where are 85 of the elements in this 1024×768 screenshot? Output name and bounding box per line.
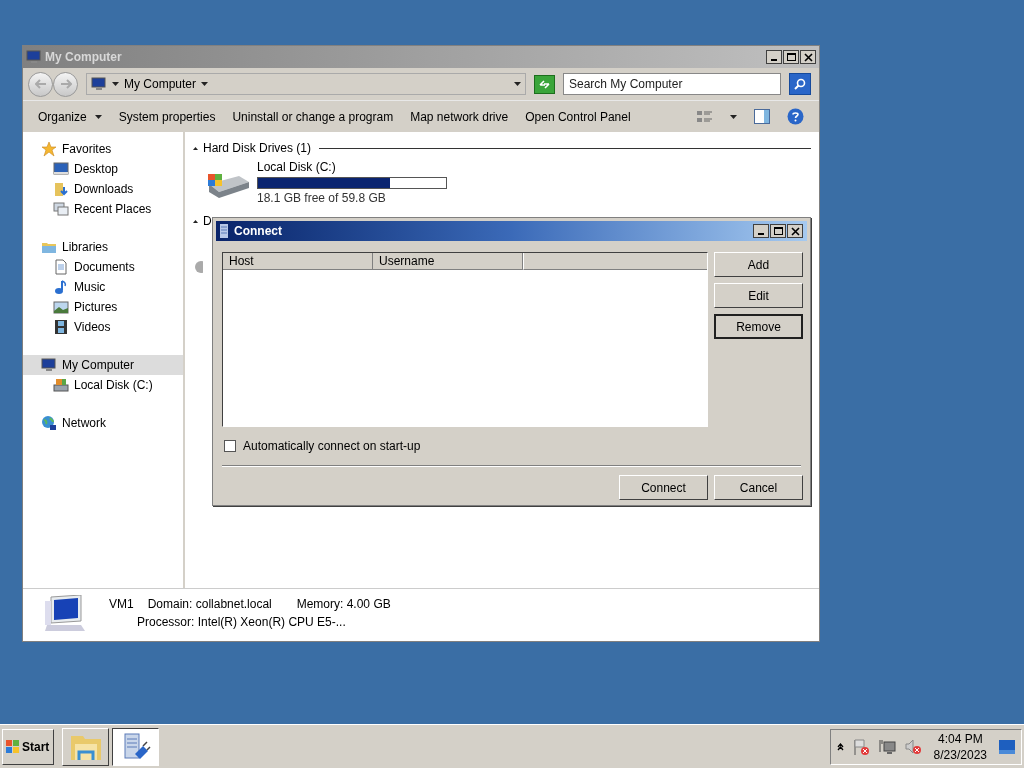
minimize-button[interactable] <box>766 50 782 64</box>
computer-icon <box>41 357 57 373</box>
refresh-button[interactable] <box>534 74 555 94</box>
folder-icon <box>53 181 69 197</box>
toolbar-button[interactable]: Open Control Panel <box>525 107 631 126</box>
computer-name: VM1 <box>109 596 134 613</box>
column-header[interactable]: Username <box>373 253 523 270</box>
sidebar-item[interactable]: Desktop <box>23 159 183 179</box>
window-title: My Computer <box>45 49 122 66</box>
dialog-button[interactable]: Add <box>714 252 803 277</box>
column-header[interactable]: Host <box>223 253 373 270</box>
globe-icon <box>41 415 57 431</box>
drive-icon <box>53 377 69 393</box>
windows-logo-icon <box>6 739 20 754</box>
search-field[interactable]: Search My Computer <box>563 73 781 95</box>
picture-icon <box>53 299 69 315</box>
sidebar-item[interactable]: Favorites <box>23 139 183 159</box>
dialog-button[interactable]: Edit <box>714 283 803 308</box>
show-desktop-icon[interactable] <box>999 739 1015 754</box>
caret-icon <box>94 114 102 119</box>
refresh-arrows-icon <box>538 78 551 90</box>
group-heading[interactable]: D <box>203 212 212 230</box>
window-stack-icon <box>53 201 69 217</box>
chevron-up-icon[interactable] <box>836 742 844 751</box>
minimize-button[interactable] <box>753 224 769 238</box>
network-icon[interactable] <box>877 737 896 756</box>
speaker-muted-icon[interactable] <box>903 737 922 756</box>
caret-icon <box>112 82 119 86</box>
toolbar-button[interactable]: Uninstall or change a program <box>232 107 394 126</box>
star-icon <box>41 141 57 157</box>
toolbar-button[interactable]: Organize <box>38 107 102 126</box>
sidebar-item[interactable]: Documents <box>23 257 183 277</box>
clock-date[interactable]: 8/23/2023 <box>933 746 987 763</box>
domain-text: Domain: collabnet.local <box>147 596 273 613</box>
sidebar-item[interactable]: My Computer <box>23 355 183 375</box>
device-icon <box>195 261 203 273</box>
start-button[interactable]: Start <box>2 728 54 765</box>
search-icon <box>794 78 806 90</box>
checkbox[interactable] <box>224 440 236 452</box>
maximize-button[interactable] <box>770 224 786 238</box>
host-list[interactable]: Host Username <box>222 252 708 427</box>
drive-name[interactable]: Local Disk (C:) <box>257 158 447 176</box>
dialog-button[interactable]: Connect <box>619 475 708 500</box>
sidebar-item[interactable]: Videos <box>23 317 183 337</box>
processor-text: Processor: Intel(R) Xeon(R) CPU E5-... <box>136 614 347 631</box>
clock-time[interactable]: 4:04 PM <box>937 730 983 747</box>
server-icon <box>220 224 228 238</box>
monitor-icon <box>53 161 69 177</box>
taskbar-app-button[interactable] <box>112 727 159 766</box>
dialog-button[interactable]: Remove <box>714 314 803 339</box>
close-button[interactable] <box>787 224 803 238</box>
toolbar-button[interactable]: Map network drive <box>410 107 509 126</box>
sidebar-item[interactable]: Network <box>23 413 183 433</box>
sidebar-item[interactable]: Music <box>23 277 183 297</box>
collapse-icon[interactable] <box>193 146 198 150</box>
memory-text: Memory: 4.00 GB <box>296 596 391 613</box>
address-bar[interactable]: My Computer <box>86 73 526 95</box>
dialog-title: Connect <box>234 223 282 240</box>
close-button[interactable] <box>800 50 816 64</box>
free-space-text: 18.1 GB free of 59.8 GB <box>257 190 387 207</box>
view-menu-caret-icon <box>730 114 737 119</box>
film-icon <box>53 319 69 335</box>
toolbar-button[interactable]: System properties <box>118 107 216 126</box>
search-button[interactable] <box>789 73 811 95</box>
maximize-button[interactable] <box>783 50 799 64</box>
collapse-icon[interactable] <box>193 219 198 223</box>
sidebar-item[interactable]: Recent Places <box>23 199 183 219</box>
caret-icon <box>201 82 209 86</box>
flag-error-icon[interactable] <box>851 737 870 756</box>
forward-arrow-icon <box>59 79 72 89</box>
dropdown-icon <box>514 82 521 86</box>
document-icon <box>53 259 69 275</box>
music-note-icon <box>53 279 69 295</box>
computer-icon <box>91 76 107 92</box>
help-icon[interactable] <box>787 108 804 125</box>
sidebar-item[interactable]: Downloads <box>23 179 183 199</box>
sidebar-item[interactable]: Libraries <box>23 237 183 257</box>
sidebar-item[interactable]: Local Disk (C:) <box>23 375 183 395</box>
sidebar-item[interactable]: Pictures <box>23 297 183 317</box>
preview-pane-icon[interactable] <box>754 109 770 124</box>
dialog-button[interactable]: Cancel <box>714 475 803 500</box>
group-heading[interactable]: Hard Disk Drives (1) <box>203 139 311 157</box>
checkbox-label[interactable]: Automatically connect on start-up <box>243 437 421 455</box>
computer-icon <box>26 49 42 65</box>
back-arrow-icon <box>34 79 47 89</box>
